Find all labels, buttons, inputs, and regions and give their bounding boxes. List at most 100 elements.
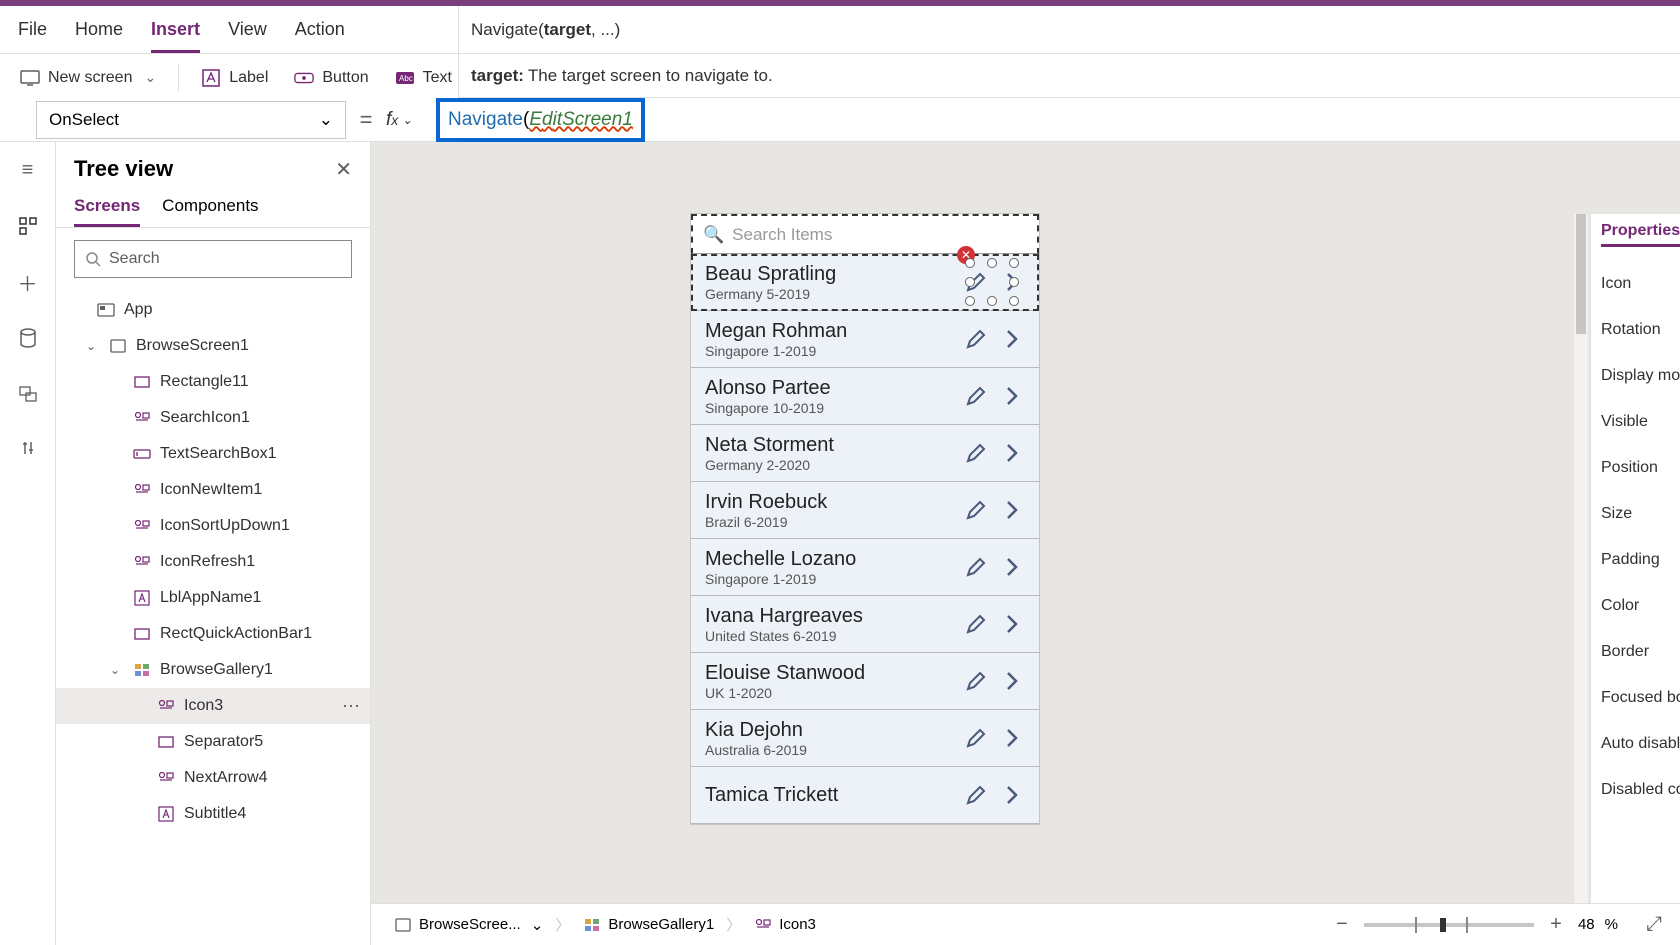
more-icon[interactable]: ⋯ — [342, 696, 362, 717]
tree-node-nextarrow4[interactable]: NextArrow4 — [56, 760, 370, 796]
property-row[interactable]: Padding — [1601, 537, 1670, 583]
edit-icon[interactable] — [963, 383, 989, 409]
tree-node-icon3[interactable]: Icon3⋯ — [56, 688, 370, 724]
tree-view-icon[interactable] — [14, 212, 42, 240]
list-item[interactable]: Mechelle LozanoSingapore 1-2019 — [691, 539, 1039, 596]
close-icon[interactable]: ✕ — [335, 157, 352, 182]
row-subtitle: Singapore 1-2019 — [705, 343, 953, 359]
tree-node-rectangle11[interactable]: Rectangle11 — [56, 364, 370, 400]
breadcrumb-item[interactable]: Icon3 — [745, 911, 824, 939]
tree-node-subtitle4[interactable]: Subtitle4 — [56, 796, 370, 832]
new-screen-button[interactable]: New screen — [10, 62, 166, 94]
property-row[interactable]: Color — [1601, 583, 1670, 629]
next-arrow-icon[interactable] — [999, 668, 1025, 694]
menu-view[interactable]: View — [228, 19, 267, 40]
tree-node-textsearchbox1[interactable]: TextSearchBox1 — [56, 436, 370, 472]
tree-search-input[interactable]: Search — [74, 240, 352, 278]
label-button[interactable]: Label — [191, 62, 278, 94]
tree-node-iconsortupdown1[interactable]: IconSortUpDown1 — [56, 508, 370, 544]
node-label: Separator5 — [184, 733, 263, 751]
property-row[interactable]: Auto disable — [1601, 721, 1670, 767]
list-item[interactable]: Alonso ParteeSingapore 10-2019 — [691, 368, 1039, 425]
list-item[interactable]: Beau SpratlingGermany 5-2019✕ — [691, 254, 1039, 311]
breadcrumb-item[interactable]: BrowseScree...⌄ — [385, 911, 551, 939]
next-arrow-icon[interactable] — [999, 440, 1025, 466]
edit-icon[interactable] — [963, 440, 989, 466]
next-arrow-icon[interactable] — [999, 611, 1025, 637]
next-arrow-icon[interactable] — [999, 725, 1025, 751]
edit-icon[interactable] — [963, 497, 989, 523]
properties-tab[interactable]: Properties — [1601, 222, 1680, 247]
tree-node-browsescreen1[interactable]: ⌄BrowseScreen1 — [56, 328, 370, 364]
tree-node-rectquickactionbar1[interactable]: RectQuickActionBar1 — [56, 616, 370, 652]
edit-icon[interactable] — [963, 668, 989, 694]
menu-insert[interactable]: Insert — [151, 19, 200, 53]
list-item[interactable]: Kia DejohnAustralia 6-2019 — [691, 710, 1039, 767]
edit-icon[interactable] — [963, 725, 989, 751]
canvas-area[interactable]: 🔍 Search Items Beau SpratlingGermany 5-2… — [371, 142, 1680, 945]
list-item[interactable]: Elouise StanwoodUK 1-2020 — [691, 653, 1039, 710]
tree-node-iconnewitem1[interactable]: IconNewItem1 — [56, 472, 370, 508]
list-item[interactable]: Neta StormentGermany 2-2020 — [691, 425, 1039, 482]
property-row[interactable]: Icon — [1601, 261, 1670, 307]
insert-rail-icon[interactable]: ＋ — [14, 268, 42, 296]
menu-file[interactable]: File — [18, 19, 47, 40]
row-name: Elouise Stanwood — [705, 662, 953, 685]
tree-node-searchicon1[interactable]: SearchIcon1 — [56, 400, 370, 436]
edit-icon[interactable] — [963, 554, 989, 580]
tree-node-lblappname1[interactable]: LblAppName1 — [56, 580, 370, 616]
media-icon[interactable] — [14, 380, 42, 408]
list-item[interactable]: Irvin RoebuckBrazil 6-2019 — [691, 482, 1039, 539]
edit-icon[interactable] — [963, 326, 989, 352]
list-item[interactable]: Tamica Trickett — [691, 767, 1039, 824]
edit-icon[interactable] — [963, 269, 989, 295]
node-type-icon — [96, 300, 116, 320]
text-icon: Abc — [395, 68, 415, 88]
button-button[interactable]: Button — [284, 62, 378, 94]
tab-components[interactable]: Components — [162, 188, 258, 227]
next-arrow-icon[interactable] — [999, 269, 1025, 295]
next-arrow-icon[interactable] — [999, 497, 1025, 523]
tab-screens[interactable]: Screens — [74, 188, 140, 227]
formula-fn: Navigate — [448, 109, 523, 131]
next-arrow-icon[interactable] — [999, 554, 1025, 580]
tree-node-separator5[interactable]: Separator5 — [56, 724, 370, 760]
breadcrumb-item[interactable]: BrowseGallery1 — [574, 911, 722, 939]
node-label: NextArrow4 — [184, 769, 268, 787]
scrollbar-thumb[interactable] — [1576, 214, 1586, 334]
list-item[interactable]: Megan RohmanSingapore 1-2019 — [691, 311, 1039, 368]
tools-icon[interactable] — [14, 436, 42, 464]
zoom-slider[interactable] — [1364, 923, 1534, 927]
formula-input[interactable]: Navigate(EditScreen1 — [436, 98, 645, 142]
zoom-in-button[interactable]: + — [1544, 913, 1568, 936]
next-arrow-icon[interactable] — [999, 326, 1025, 352]
property-selector[interactable]: OnSelect ⌄ — [36, 101, 346, 139]
hamburger-icon[interactable]: ≡ — [14, 156, 42, 184]
property-row[interactable]: Rotation — [1601, 307, 1670, 353]
property-row[interactable]: Size — [1601, 491, 1670, 537]
error-badge-icon: ✕ — [957, 246, 975, 264]
zoom-out-button[interactable]: − — [1330, 913, 1354, 936]
property-row[interactable]: Visible — [1601, 399, 1670, 445]
next-arrow-icon[interactable] — [999, 782, 1025, 808]
expand-icon[interactable]: ⤢ — [1642, 913, 1666, 936]
list-item[interactable]: Ivana HargreavesUnited States 6-2019 — [691, 596, 1039, 653]
property-row[interactable]: Position — [1601, 445, 1670, 491]
canvas-scrollbar[interactable] — [1574, 214, 1588, 903]
property-row[interactable]: Border — [1601, 629, 1670, 675]
menu-action[interactable]: Action — [295, 19, 345, 40]
menu-home[interactable]: Home — [75, 19, 123, 40]
fx-label[interactable]: fx⌄ — [386, 109, 436, 131]
next-arrow-icon[interactable] — [999, 383, 1025, 409]
tree-node-browsegallery1[interactable]: ⌄BrowseGallery1 — [56, 652, 370, 688]
tree-node-app[interactable]: App — [56, 292, 370, 328]
property-row[interactable]: Focused border — [1601, 675, 1670, 721]
property-row[interactable]: Disabled color — [1601, 767, 1670, 813]
data-icon[interactable] — [14, 324, 42, 352]
property-row[interactable]: Display mode — [1601, 353, 1670, 399]
edit-icon[interactable] — [963, 611, 989, 637]
zoom-thumb[interactable] — [1440, 918, 1446, 932]
edit-icon[interactable] — [963, 782, 989, 808]
tree-node-iconrefresh1[interactable]: IconRefresh1 — [56, 544, 370, 580]
breadcrumb-separator: 〉 — [726, 914, 741, 935]
